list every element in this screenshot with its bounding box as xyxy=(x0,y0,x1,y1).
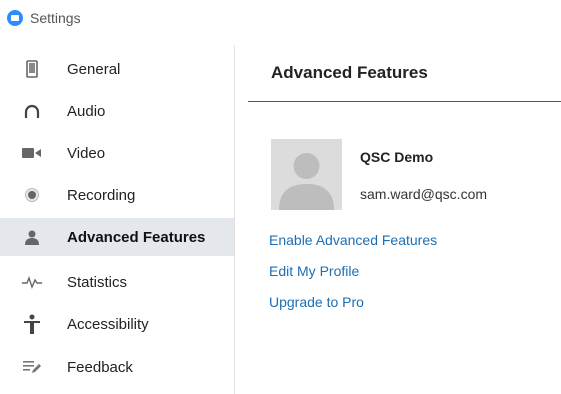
sidebar-item-label: Audio xyxy=(67,102,106,120)
user-icon xyxy=(22,227,42,247)
sidebar-item-advanced-features[interactable]: Advanced Features xyxy=(0,218,234,256)
phone-icon xyxy=(22,59,42,79)
sidebar-item-feedback[interactable]: Feedback xyxy=(0,348,234,386)
sidebar-item-label: Feedback xyxy=(67,358,133,376)
sidebar-item-accessibility[interactable]: Accessibility xyxy=(0,305,234,343)
sidebar-item-label: Statistics xyxy=(67,273,128,291)
page-title: Advanced Features xyxy=(271,63,428,82)
zoom-logo-icon xyxy=(7,10,23,26)
video-camera-icon xyxy=(22,143,42,163)
feedback-icon xyxy=(22,357,42,377)
sidebar-item-statistics[interactable]: Statistics xyxy=(0,263,234,301)
sidebar-item-audio[interactable]: Audio xyxy=(0,92,234,130)
accessibility-icon xyxy=(22,314,42,334)
sidebar-item-label: Recording xyxy=(67,186,136,204)
pulse-icon xyxy=(22,272,42,292)
sidebar-item-recording[interactable]: Recording xyxy=(0,176,234,214)
profile-email: sam.ward@qsc.com xyxy=(360,186,488,202)
avatar xyxy=(271,139,342,210)
upgrade-to-pro-link[interactable]: Upgrade to Pro xyxy=(269,294,364,310)
settings-sidebar: General Audio Video Recording Advanced F… xyxy=(0,45,235,394)
title-divider xyxy=(248,101,561,102)
default-avatar-icon xyxy=(279,153,334,210)
sidebar-item-label: Video xyxy=(67,144,106,162)
edit-my-profile-link[interactable]: Edit My Profile xyxy=(269,263,359,279)
profile-name: QSC Demo xyxy=(360,149,434,165)
enable-advanced-features-link[interactable]: Enable Advanced Features xyxy=(269,232,437,248)
sidebar-item-label: Accessibility xyxy=(67,315,149,333)
sidebar-item-label: General xyxy=(67,60,121,78)
sidebar-item-general[interactable]: General xyxy=(0,50,234,88)
sidebar-item-label: Advanced Features xyxy=(67,228,206,246)
headphones-icon xyxy=(22,101,42,121)
record-icon xyxy=(22,185,42,205)
title-bar: Settings xyxy=(0,0,561,36)
window-title: Settings xyxy=(30,10,81,26)
sidebar-item-video[interactable]: Video xyxy=(0,134,234,172)
